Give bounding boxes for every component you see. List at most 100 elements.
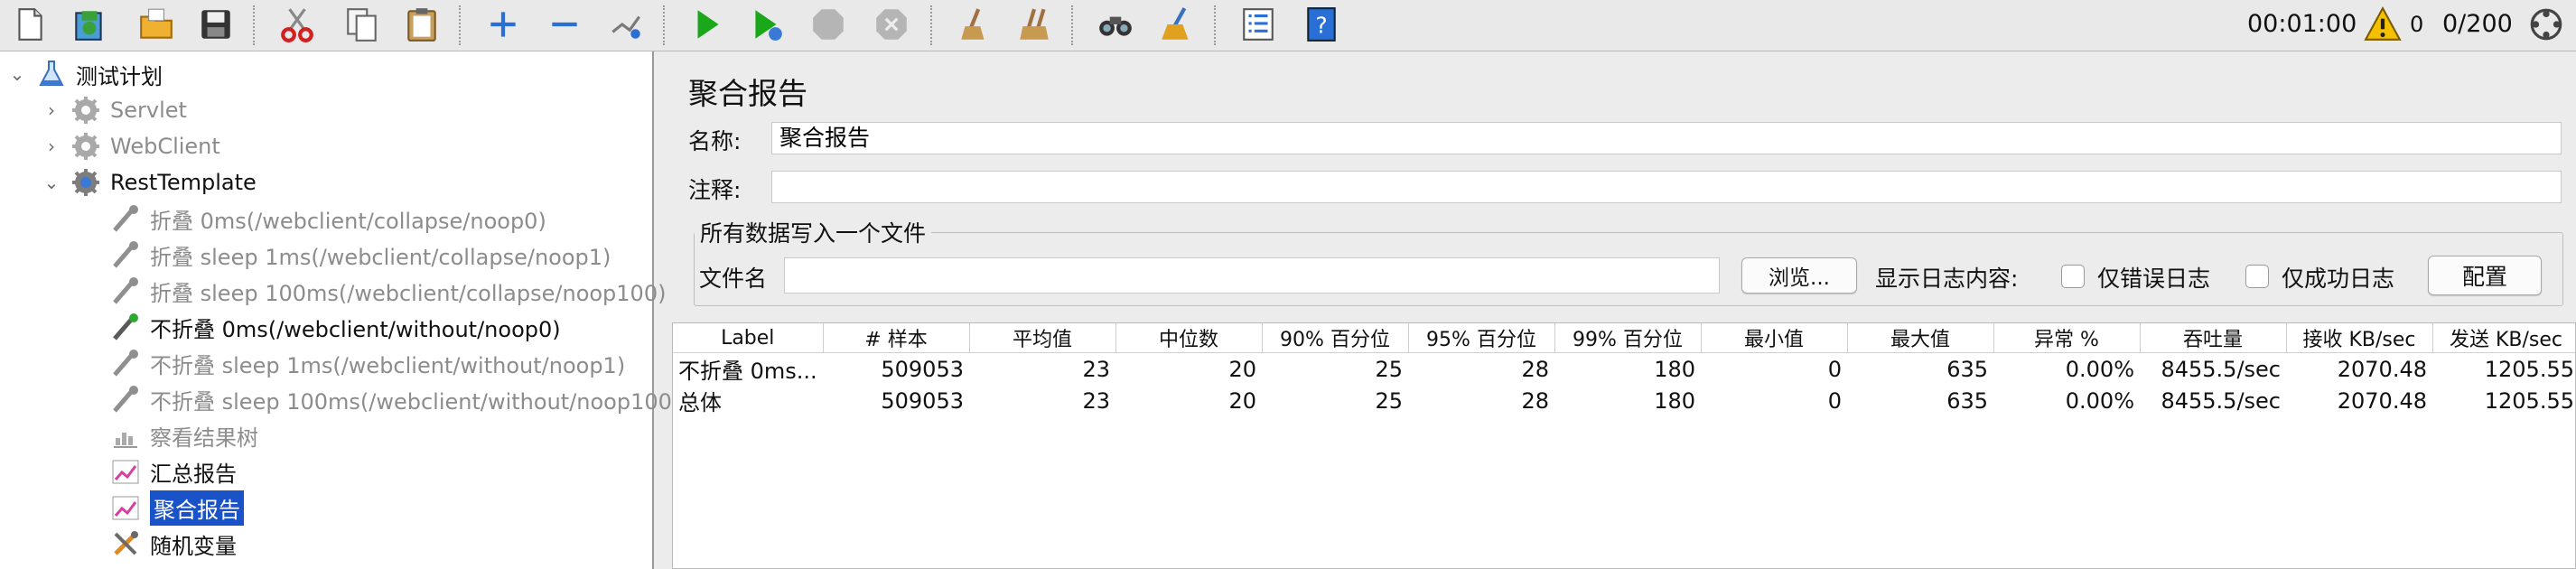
- tree-item-label-selected: 聚合报告: [150, 490, 244, 526]
- clear-all-icon: [1020, 8, 1049, 40]
- log-contents-label: 显示日志内容:: [1875, 266, 2019, 292]
- name-input[interactable]: [771, 122, 2562, 154]
- success-only-checkbox[interactable]: [2245, 265, 2269, 288]
- column-header[interactable]: Label: [673, 323, 824, 353]
- function-helper-button[interactable]: [1234, 2, 1283, 47]
- report-icon: [108, 491, 143, 524]
- stop-icon: [813, 9, 844, 40]
- browse-button[interactable]: 浏览...: [1741, 257, 1857, 294]
- paste-button[interactable]: [397, 2, 446, 47]
- column-header[interactable]: 发送 KB/sec: [2432, 323, 2575, 353]
- collapse-arrow-icon[interactable]: ›: [42, 135, 61, 157]
- new-icon: [18, 8, 42, 41]
- tree-item-label: WebClient: [110, 134, 220, 159]
- toggle-icon: [611, 15, 640, 39]
- errors-only-checkbox[interactable]: [2061, 265, 2085, 288]
- copy-button[interactable]: [338, 2, 387, 47]
- copy-icon: [347, 8, 377, 42]
- tree-item-summary-report[interactable]: 汇总报告: [108, 454, 237, 489]
- test-plan-tree[interactable]: ⌄ 测试计划 › Servlet › WebClient ⌄ RestTempl…: [0, 51, 680, 569]
- column-header[interactable]: 90% 百分位: [1262, 323, 1409, 353]
- clear-all-button[interactable]: [1010, 2, 1059, 47]
- configure-button[interactable]: 配置: [2428, 256, 2542, 295]
- table-cell: 25: [1375, 356, 1403, 382]
- table-cell: 635: [1946, 387, 1988, 414]
- table-cell: 0: [1827, 387, 1842, 414]
- filename-input[interactable]: [784, 257, 1720, 294]
- tree-item-servlet[interactable]: › Servlet: [42, 93, 187, 127]
- collapse-all-button[interactable]: [540, 2, 589, 47]
- write-to-file-title: 所有数据写入一个文件: [700, 220, 927, 247]
- warning-indicator[interactable]: [2363, 2, 2403, 47]
- start-button[interactable]: [683, 2, 732, 47]
- table-row[interactable]: 总体 509053 23 20 25 28 180 0 635 0.00% 84…: [673, 385, 2575, 416]
- column-header[interactable]: 最大值: [1847, 323, 1994, 353]
- comment-input[interactable]: [771, 171, 2562, 203]
- toolbar-separator: [1214, 5, 1216, 45]
- tree-item-sampler[interactable]: 折叠 0ms(/webclient/collapse/noop0): [108, 201, 546, 236]
- help-button[interactable]: ?: [1297, 2, 1346, 47]
- toolbar-separator: [1071, 5, 1073, 45]
- column-header[interactable]: 中位数: [1115, 323, 1263, 353]
- column-header[interactable]: 平均值: [969, 323, 1116, 353]
- templates-button[interactable]: [65, 2, 114, 47]
- tree-item-sampler[interactable]: 折叠 sleep 100ms(/webclient/collapse/noop1…: [108, 274, 666, 308]
- column-header[interactable]: 最小值: [1701, 323, 1848, 353]
- tree-item-label: 折叠 sleep 100ms(/webclient/collapse/noop1…: [150, 280, 667, 306]
- clear-icon: [961, 8, 985, 40]
- start-no-pauses-button[interactable]: [742, 2, 791, 47]
- toggle-button[interactable]: [602, 2, 650, 47]
- tree-item-sampler[interactable]: 不折叠 sleep 1ms(/webclient/without/noop1): [108, 346, 625, 380]
- tree-item-label: 不折叠 sleep 1ms(/webclient/without/noop1): [150, 352, 626, 378]
- shutdown-button[interactable]: [867, 2, 916, 47]
- function-helper-icon: [1243, 8, 1274, 41]
- table-cell: 635: [1946, 356, 1988, 382]
- expand-icon: [490, 12, 516, 37]
- http-sampler-icon: [108, 202, 143, 235]
- results-table[interactable]: Label # 样本 平均值 中位数 90% 百分位 95% 百分位 99% 百…: [672, 322, 2576, 569]
- save-button[interactable]: [191, 2, 240, 47]
- tree-item-label: 察看结果树: [150, 424, 258, 451]
- config-icon: [108, 527, 143, 560]
- reset-search-button[interactable]: [1153, 2, 1201, 47]
- table-row[interactable]: 不折叠 0ms... 509053 23 20 25 28 180 0 635 …: [673, 353, 2575, 386]
- column-header[interactable]: 吞吐量: [2140, 323, 2287, 353]
- start-icon: [697, 10, 719, 39]
- tree-item-random-variable[interactable]: 随机变量: [108, 527, 237, 561]
- cut-button[interactable]: [273, 2, 322, 47]
- table-header-row: Label # 样本 平均值 中位数 90% 百分位 95% 百分位 99% 百…: [673, 323, 2575, 353]
- tree-item-sampler[interactable]: 不折叠 sleep 100ms(/webclient/without/noop1…: [108, 382, 680, 416]
- expand-arrow-icon[interactable]: ⌄: [7, 63, 27, 85]
- search-button[interactable]: [1091, 2, 1140, 47]
- table-cell: 23: [1082, 387, 1110, 414]
- column-header[interactable]: 接收 KB/sec: [2286, 323, 2433, 353]
- thread-group-icon: [69, 130, 103, 163]
- remote-status-button[interactable]: [2525, 2, 2567, 47]
- expand-arrow-icon[interactable]: ⌄: [42, 172, 61, 193]
- stop-button[interactable]: [804, 2, 853, 47]
- tree-item-webclient[interactable]: › WebClient: [42, 129, 220, 163]
- table-cell: 1205.55: [2484, 356, 2574, 382]
- clear-button[interactable]: [950, 2, 999, 47]
- column-header[interactable]: 99% 百分位: [1554, 323, 1702, 353]
- thread-count: 0/200: [2442, 10, 2513, 38]
- table-cell: 0.00%: [2065, 387, 2134, 414]
- tree-item-aggregate-report[interactable]: 聚合报告: [108, 490, 244, 526]
- column-header[interactable]: # 样本: [823, 323, 970, 353]
- open-button[interactable]: [132, 2, 181, 47]
- collapse-arrow-icon[interactable]: ›: [42, 99, 61, 121]
- http-sampler-icon: [108, 383, 143, 415]
- tree-item-label: 折叠 sleep 1ms(/webclient/collapse/noop1): [150, 244, 611, 270]
- tree-item-sampler[interactable]: 折叠 sleep 1ms(/webclient/collapse/noop1): [108, 238, 611, 272]
- column-header[interactable]: 异常 %: [1993, 323, 2141, 353]
- report-icon: [108, 455, 143, 488]
- tree-item-sampler[interactable]: 不折叠 0ms(/webclient/without/noop0): [108, 310, 561, 344]
- tree-item-label: RestTemplate: [110, 170, 257, 195]
- table-cell: 2070.48: [2337, 387, 2427, 414]
- tree-item-resttemplate[interactable]: ⌄ RestTemplate: [42, 165, 257, 200]
- expand-all-button[interactable]: [479, 2, 527, 47]
- tree-item-test-plan[interactable]: ⌄ 测试计划: [7, 57, 163, 91]
- new-button[interactable]: [5, 2, 54, 47]
- tree-item-view-results-tree[interactable]: 察看结果树: [108, 418, 258, 452]
- column-header[interactable]: 95% 百分位: [1408, 323, 1555, 353]
